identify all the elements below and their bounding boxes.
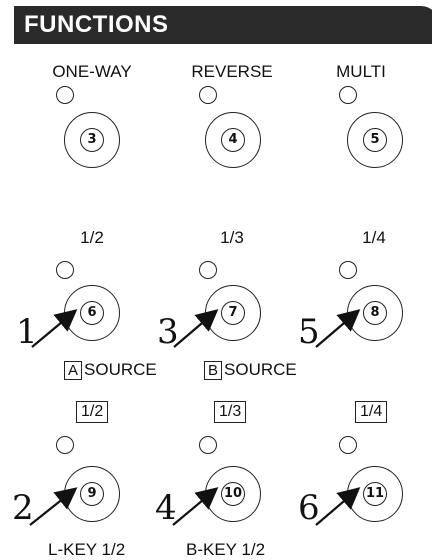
arrow-4 xyxy=(172,487,219,526)
arrow-3 xyxy=(173,309,219,348)
arrow-5 xyxy=(315,309,361,348)
arrow-1 xyxy=(31,309,78,348)
arrow-6 xyxy=(315,487,361,526)
arrow-2 xyxy=(29,487,78,526)
functions-panel: FUNCTIONS ONE-WAY REVERSE MULTI 3 4 5 1/… xyxy=(0,0,432,559)
callout-arrows xyxy=(29,309,361,526)
